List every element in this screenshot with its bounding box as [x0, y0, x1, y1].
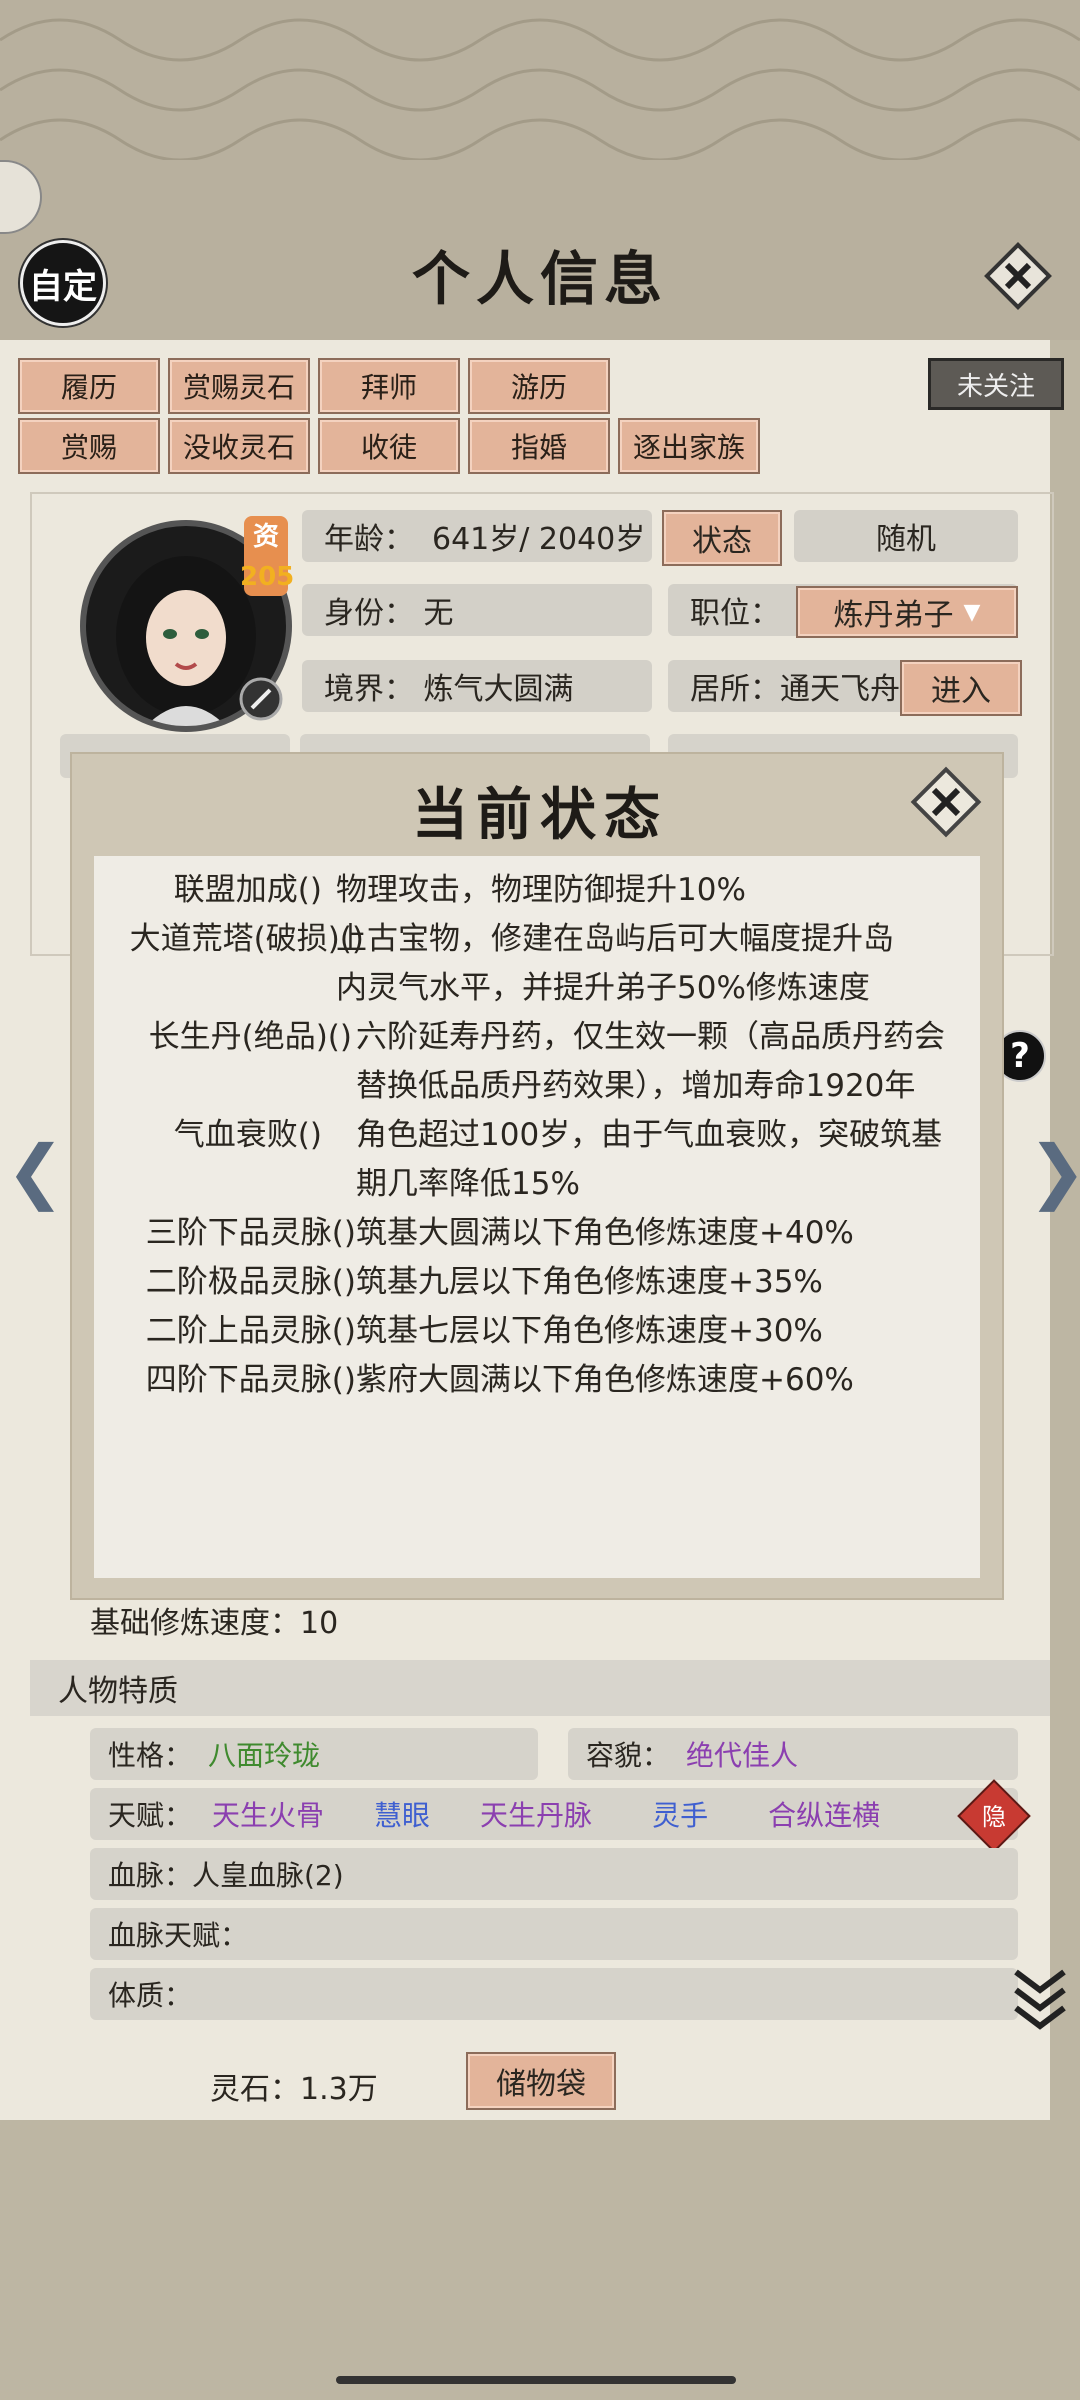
status-name: 大道荒塔(破损)(): [129, 921, 364, 957]
tab-expel-family[interactable]: 逐出家族: [618, 418, 760, 474]
close-icon[interactable]: [908, 764, 984, 840]
status-name: 二阶上品灵脉(): [145, 1313, 356, 1349]
status-desc: 紫府大圆满以下角色修炼速度+60%: [356, 1362, 854, 1398]
close-icon[interactable]: [982, 240, 1054, 312]
popup-title: 当前状态: [412, 782, 668, 848]
status-item: 大道荒塔(破损)() 上古宝物，修建在岛屿后可大幅度提升岛内灵气水平，并提升弟子…: [86, 915, 986, 1013]
status-desc: 角色超过100岁，由于气血衰败，突破筑基期几率降低15%: [356, 1117, 943, 1202]
looks-label: 容貌：: [586, 1739, 671, 1772]
scroll-down-icon[interactable]: [1012, 1962, 1068, 2032]
physique-field: 体质：: [90, 1968, 1018, 2020]
status-desc: 筑基大圆满以下角色修炼速度+40%: [356, 1215, 854, 1251]
status-item: 长生丹(绝品)() 六阶延寿丹药，仅生效一颗（高品质丹药会替换低品质丹药效果），…: [86, 1013, 986, 1111]
tab-history[interactable]: 履历: [18, 358, 160, 414]
traits-section-title: 人物特质: [30, 1660, 1050, 1716]
hidden-talent-label: 隐: [982, 1802, 1006, 1831]
brush-icon[interactable]: [238, 676, 284, 722]
follow-button[interactable]: 未关注: [928, 358, 1064, 410]
status-button[interactable]: 状态: [662, 510, 782, 566]
status-desc: 筑基九层以下角色修炼速度+35%: [356, 1264, 823, 1300]
status-item: 四阶下品灵脉() 紫府大圆满以下角色修炼速度+60%: [86, 1356, 986, 1405]
position-label: 职位：: [690, 596, 780, 631]
status-item: 二阶上品灵脉() 筑基七层以下角色修炼速度+30%: [86, 1307, 986, 1356]
page-title: 个人信息: [411, 245, 668, 313]
base-speed: 基础修炼速度：10: [90, 1606, 339, 1641]
status-list: 联盟加成() 物理攻击，物理防御提升10% 大道荒塔(破损)() 上古宝物，修建…: [86, 866, 986, 1405]
spirit-stones: 灵石：1.3万: [210, 2072, 378, 2107]
status-item: 联盟加成() 物理攻击，物理防御提升10%: [86, 866, 986, 915]
tab-confiscate-stones[interactable]: 没收灵石: [168, 418, 310, 474]
tab-apprentice-to[interactable]: 拜师: [318, 358, 460, 414]
personality-value: 八面玲珑: [208, 1739, 321, 1772]
status-desc: 上古宝物，修建在岛屿后可大幅度提升岛内灵气水平，并提升弟子50%修炼速度: [336, 921, 894, 1006]
tab-arrange-marriage[interactable]: 指婚: [468, 418, 610, 474]
tab-travel[interactable]: 游历: [468, 358, 610, 414]
age-value: 641岁/ 2040岁: [432, 522, 646, 557]
status-name: 联盟加成(): [173, 872, 322, 908]
arrow-left-icon[interactable]: ❮: [6, 1130, 65, 1212]
status-name: 三阶下品灵脉(): [145, 1215, 356, 1251]
status-name: 长生丹(绝品)(): [148, 1019, 352, 1055]
random-button[interactable]: 随机: [794, 510, 1018, 562]
status-name: 二阶极品灵脉(): [145, 1264, 356, 1300]
talent-item[interactable]: 灵手: [652, 1794, 708, 1834]
aptitude-value: 205: [240, 562, 295, 592]
looks-value: 绝代佳人: [686, 1739, 799, 1772]
personality-label: 性格：: [108, 1739, 193, 1772]
position-value: 炼丹弟子: [833, 598, 954, 633]
arrow-right-icon[interactable]: ❯: [1028, 1130, 1080, 1212]
talent-field: 天赋： 天生火骨 慧眼 天生丹脉 灵手 合纵连横: [90, 1788, 1018, 1840]
tab-take-disciple[interactable]: 收徒: [318, 418, 460, 474]
status-name: 气血衰败(): [173, 1117, 322, 1153]
talent-item[interactable]: 天生丹脉: [480, 1794, 592, 1834]
talent-item[interactable]: 天生火骨: [212, 1794, 324, 1834]
identity-field: 身份： 无: [302, 584, 652, 636]
aptitude-label: 资: [252, 522, 279, 552]
talent-item[interactable]: 慧眼: [374, 1794, 430, 1834]
home-indicator[interactable]: [336, 2376, 736, 2384]
position-dropdown[interactable]: 炼丹弟子 ▼: [796, 586, 1018, 638]
auto-button[interactable]: 自定: [20, 240, 106, 326]
tab-reward[interactable]: 赏赐: [18, 418, 160, 474]
personality-field: 性格： 八面玲珑: [90, 1728, 538, 1780]
talent-item[interactable]: 合纵连横: [768, 1794, 880, 1834]
wave-pattern: [0, 18, 1080, 160]
bloodline-talent-field: 血脉天赋：: [90, 1908, 1018, 1960]
footer-band: [0, 2122, 1080, 2400]
status-item: 三阶下品灵脉() 筑基大圆满以下角色修炼速度+40%: [86, 1209, 986, 1258]
age-field: 年龄： 641岁/ 2040岁: [302, 510, 652, 562]
realm-field: 境界： 炼气大圆满: [302, 660, 652, 712]
bloodline-field: 血脉：人皇血脉(2): [90, 1848, 1018, 1900]
chevron-down-icon: ▼: [963, 599, 981, 625]
status-desc: 筑基七层以下角色修炼速度+30%: [356, 1313, 823, 1349]
status-desc: 物理攻击，物理防御提升10%: [336, 872, 746, 908]
status-item: 二阶极品灵脉() 筑基九层以下角色修炼速度+35%: [86, 1258, 986, 1307]
looks-field: 容貌： 绝代佳人: [568, 1728, 1018, 1780]
status-name: 四阶下品灵脉(): [145, 1362, 356, 1398]
tab-reward-stones[interactable]: 赏赐灵石: [168, 358, 310, 414]
age-label: 年龄：: [324, 522, 414, 557]
status-desc: 六阶延寿丹药，仅生效一颗（高品质丹药会替换低品质丹药效果），增加寿命1920年: [356, 1019, 945, 1104]
enter-button[interactable]: 进入: [900, 660, 1022, 716]
talent-label: 天赋：: [108, 1799, 193, 1832]
status-item: 气血衰败() 角色超过100岁，由于气血衰败，突破筑基期几率降低15%: [86, 1111, 986, 1209]
storage-bag-button[interactable]: 储物袋: [466, 2052, 616, 2110]
